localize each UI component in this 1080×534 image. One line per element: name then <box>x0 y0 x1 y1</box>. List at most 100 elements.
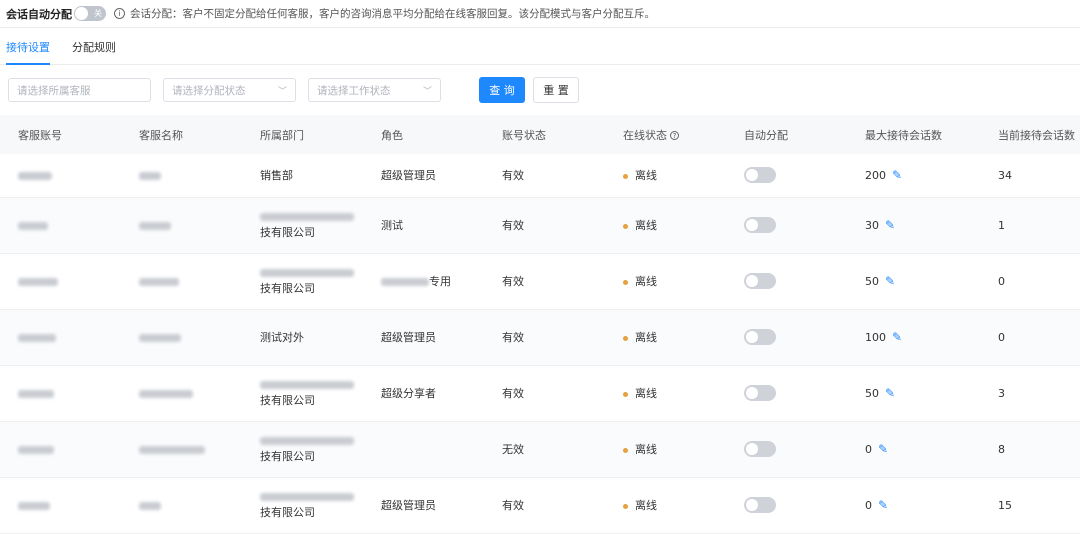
dept-text: 测试对外 <box>260 331 304 344</box>
redacted-account <box>18 171 52 180</box>
offline-dot-icon <box>623 335 628 341</box>
account-status-cell: 有效 <box>502 219 524 232</box>
max-sessions-value: 50 <box>865 275 879 288</box>
tab-bar: 接待设置 分配规则 <box>0 28 1080 65</box>
max-sessions-value: 0 <box>865 443 872 456</box>
auto-assign-cell <box>726 421 847 477</box>
role-text: 超级管理员 <box>381 169 436 183</box>
offline-dot-icon <box>623 391 628 397</box>
pencil-icon[interactable]: ✎ <box>885 274 895 288</box>
pencil-icon[interactable]: ✎ <box>892 168 902 182</box>
switch-knob <box>746 331 758 343</box>
auto-assign-title: 会话自动分配 <box>6 7 72 21</box>
agent-filter-input[interactable]: 请选择所属客服 <box>8 78 151 102</box>
switch-knob <box>746 219 758 231</box>
auto-assign-cell <box>726 154 847 197</box>
pencil-icon[interactable]: ✎ <box>878 442 888 456</box>
name-cell <box>121 477 242 533</box>
redacted-dept <box>260 213 354 221</box>
col-auto-assign: 自动分配 <box>726 115 847 154</box>
redacted-name <box>139 501 161 510</box>
max-sessions-cell: 50 ✎ <box>847 253 980 309</box>
dept-cell: 技有限公司 <box>242 477 363 533</box>
pencil-icon[interactable]: ✎ <box>885 218 895 232</box>
switch-knob <box>746 275 758 287</box>
redacted-name <box>139 171 161 180</box>
col-account-status: 账号状态 <box>484 115 605 154</box>
account-cell <box>0 477 121 533</box>
pencil-icon[interactable]: ✎ <box>878 498 888 512</box>
redacted-dept <box>260 437 354 445</box>
account-cell <box>0 309 121 365</box>
switch-knob <box>746 499 758 511</box>
tab-reception-settings[interactable]: 接待设置 <box>6 39 50 65</box>
offline-dot-icon <box>623 447 628 453</box>
auto-assign-switch[interactable] <box>744 329 776 345</box>
pencil-icon[interactable]: ✎ <box>892 330 902 344</box>
online-status-cell: 离线 <box>605 421 726 477</box>
dept-text: 销售部 <box>260 169 293 183</box>
online-status-cell: 离线 <box>605 253 726 309</box>
table-row: 技有限公司 超级管理员 有效 离线 0 ✎ 15 <box>0 477 1080 533</box>
account-status-cell: 有效 <box>502 275 524 288</box>
online-status-cell: 离线 <box>605 365 726 421</box>
role-text: 超级管理员 <box>381 331 436 344</box>
switch-knob <box>746 443 758 455</box>
work-status-select[interactable]: 请选择工作状态 ﹀ <box>308 78 441 102</box>
current-sessions-cell: 0 <box>998 274 1005 288</box>
offline-dot-icon <box>623 173 628 179</box>
auto-assign-switch[interactable] <box>744 167 776 184</box>
auto-assign-switch[interactable] <box>744 273 776 289</box>
redacted-name <box>139 333 181 342</box>
max-sessions-value: 30 <box>865 219 879 232</box>
assign-status-placeholder: 请选择分配状态 <box>172 84 246 97</box>
offline-dot-icon <box>623 223 628 229</box>
online-status-text: 离线 <box>635 387 657 400</box>
redacted-name <box>139 389 193 398</box>
auto-assign-toggle[interactable]: 关 <box>74 6 106 21</box>
auto-assign-switch[interactable] <box>744 497 776 513</box>
role-text: 超级分享者 <box>381 387 436 400</box>
redacted-dept <box>260 381 354 389</box>
redacted-account <box>18 333 56 342</box>
tab-assign-rules[interactable]: 分配规则 <box>72 39 116 64</box>
account-status-cell: 有效 <box>502 499 524 512</box>
redacted-account <box>18 445 54 454</box>
reset-button[interactable]: 重 置 <box>533 77 579 103</box>
current-sessions-cell: 1 <box>998 218 1005 232</box>
dept-suffix: 技有限公司 <box>260 282 315 295</box>
table-header-row: 客服账号 客服名称 所属部门 角色 账号状态 在线状态? 自动分配 最大接待会话… <box>0 115 1080 154</box>
question-circle-icon[interactable]: ? <box>670 131 679 140</box>
auto-assign-cell <box>726 477 847 533</box>
account-cell <box>0 253 121 309</box>
col-online-status-label: 在线状态 <box>623 128 667 142</box>
auto-assign-switch[interactable] <box>744 441 776 457</box>
offline-dot-icon <box>623 503 628 509</box>
auto-assign-switch[interactable] <box>744 385 776 401</box>
online-status-cell: 离线 <box>605 477 726 533</box>
account-cell <box>0 197 121 253</box>
account-status-cell: 有效 <box>502 331 524 344</box>
redacted-name <box>139 445 205 454</box>
auto-assign-switch[interactable] <box>744 217 776 233</box>
query-button[interactable]: 查 询 <box>479 77 525 103</box>
dept-cell: 测试对外 <box>242 309 363 365</box>
pencil-icon[interactable]: ✎ <box>885 386 895 400</box>
current-sessions-cell: 0 <box>998 330 1005 344</box>
current-sessions-cell: 8 <box>998 442 1005 456</box>
role-cell: 专用 <box>363 253 484 309</box>
assign-status-select[interactable]: 请选择分配状态 ﹀ <box>163 78 296 102</box>
max-sessions-cell: 0 ✎ <box>847 477 980 533</box>
agent-filter-placeholder: 请选择所属客服 <box>17 84 91 97</box>
toggle-label: 关 <box>94 9 102 18</box>
name-cell <box>121 253 242 309</box>
online-status-text: 离线 <box>635 443 657 456</box>
redacted-account <box>18 389 54 398</box>
col-role: 角色 <box>363 115 484 154</box>
current-sessions-cell: 34 <box>998 168 1012 182</box>
role-cell: 测试 <box>363 197 484 253</box>
toggle-knob <box>75 7 88 20</box>
max-sessions-value: 200 <box>865 169 886 183</box>
redacted-name <box>139 277 179 286</box>
max-sessions-cell: 50 ✎ <box>847 365 980 421</box>
